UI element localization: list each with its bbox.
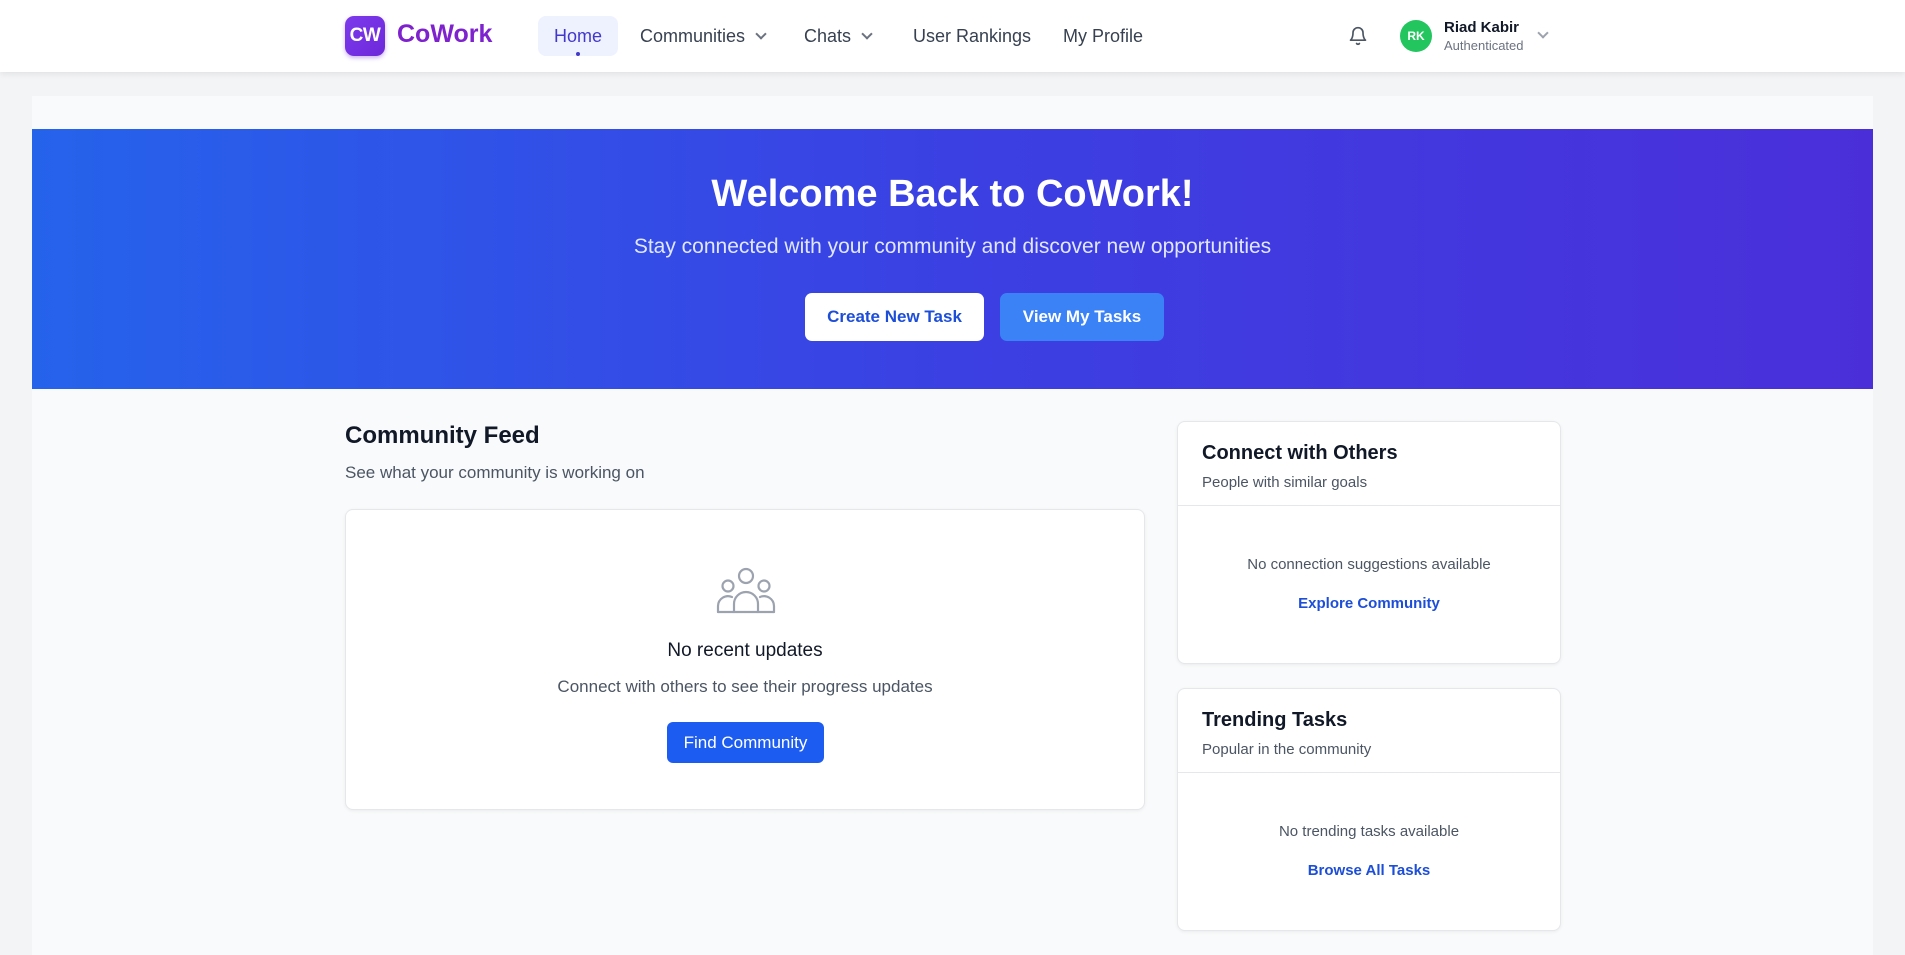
community-feed-card: No recent updates Connect with others to… [345, 509, 1145, 810]
top-navbar: CW CoWork Home Communities Chats User Ra… [0, 0, 1905, 72]
nav-my-profile-label: My Profile [1063, 25, 1144, 46]
nav-chats-label: Chats [804, 25, 852, 46]
user-status: Authenticated [1444, 38, 1524, 53]
connect-card: Connect with Others People with similar … [1177, 421, 1561, 664]
connect-subtitle: People with similar goals [1202, 474, 1368, 491]
user-name[interactable]: Riad Kabir [1444, 19, 1519, 36]
logo-badge[interactable]: CW [345, 16, 385, 56]
nav-home-label: Home [554, 25, 603, 46]
nav-home[interactable]: Home [538, 16, 619, 56]
hero-banner: Welcome Back to CoWork! Stay connected w… [32, 129, 1873, 389]
trending-subtitle: Popular in the community [1202, 741, 1372, 758]
browse-all-tasks-link[interactable]: Browse All Tasks [1178, 862, 1560, 879]
nav-communities-label: Communities [640, 25, 746, 46]
connect-card-header: Connect with Others People with similar … [1178, 422, 1560, 506]
view-my-tasks-button[interactable]: View My Tasks [1000, 293, 1164, 341]
empty-feed-title: No recent updates [667, 640, 823, 661]
hero-subtitle: Stay connected with your community and d… [633, 235, 1272, 258]
find-community-button[interactable]: Find Community [667, 722, 824, 763]
trending-empty-text: No trending tasks available [1278, 823, 1460, 840]
hero-title: Welcome Back to CoWork! [711, 173, 1194, 215]
active-indicator-dot [576, 52, 580, 56]
nav-my-profile[interactable]: My Profile [1047, 16, 1159, 56]
connect-empty-text: No connection suggestions available [1247, 556, 1491, 573]
nav-user-rankings[interactable]: User Rankings [897, 16, 1047, 56]
explore-community-link[interactable]: Explore Community [1178, 595, 1560, 612]
trending-card: Trending Tasks Popular in the community … [1177, 688, 1561, 931]
chevron-down-icon [755, 27, 767, 40]
user-menu-chevron-icon[interactable] [1537, 27, 1549, 39]
nav-communities[interactable]: Communities [624, 16, 781, 56]
trending-title: Trending Tasks [1202, 709, 1348, 731]
users-icon [716, 567, 776, 614]
nav-user-rankings-label: User Rankings [913, 25, 1032, 46]
nav-chats[interactable]: Chats [788, 16, 887, 56]
chevron-down-icon [861, 27, 873, 40]
create-new-task-button[interactable]: Create New Task [805, 293, 984, 341]
empty-feed-subtitle: Connect with others to see their progres… [557, 677, 933, 696]
connect-title: Connect with Others [1202, 442, 1398, 464]
trending-card-header: Trending Tasks Popular in the community [1178, 689, 1560, 773]
avatar[interactable]: RK [1400, 20, 1432, 52]
community-feed-title: Community Feed [345, 422, 540, 449]
bell-icon[interactable] [1348, 26, 1368, 46]
community-feed-subtitle: See what your community is working on [345, 463, 645, 482]
brand-name[interactable]: CoWork [397, 20, 492, 49]
